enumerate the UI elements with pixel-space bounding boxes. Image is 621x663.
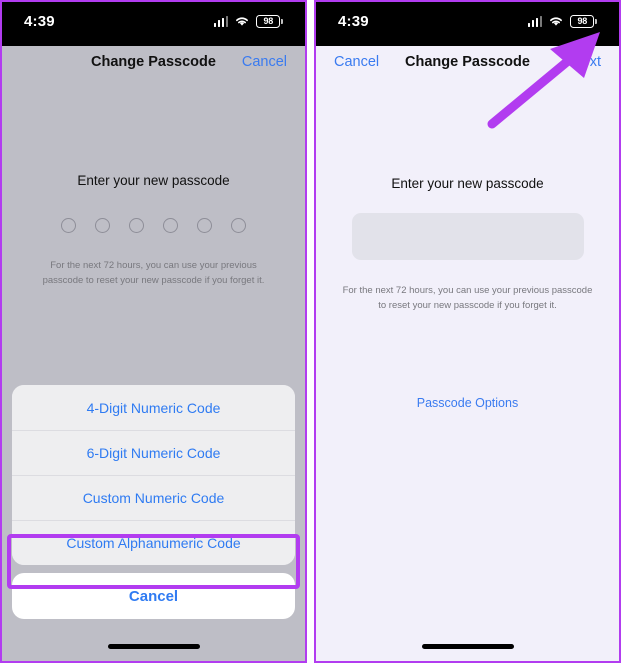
status-bar-right: 4:39 98 [316, 2, 619, 46]
passcode-dot [129, 218, 144, 233]
battery-icon: 98 [256, 14, 283, 28]
battery-percent-label: 98 [577, 15, 587, 26]
sheet-option-custom-numeric-code[interactable]: Custom Numeric Code [12, 475, 295, 520]
passcode-dots[interactable] [6, 218, 301, 233]
action-sheet: 4-Digit Numeric Code 6-Digit Numeric Cod… [12, 385, 295, 619]
passcode-options-link[interactable]: Passcode Options [417, 396, 518, 410]
next-button[interactable]: Next [571, 54, 601, 70]
passcode-dot [61, 218, 76, 233]
passcode-dot [95, 218, 110, 233]
passcode-hint-left: For the next 72 hours, you can use your … [42, 260, 265, 286]
passcode-input[interactable] [351, 213, 584, 260]
navbar-left: Change Passcode Cancel [6, 44, 301, 80]
action-sheet-options-group: 4-Digit Numeric Code 6-Digit Numeric Cod… [12, 385, 295, 565]
prompt-label-right: Enter your new passcode [391, 176, 544, 191]
cancel-button-right[interactable]: Cancel [334, 54, 379, 70]
status-icons: 98 [213, 14, 283, 28]
sheet-option-6-digit-numeric-code[interactable]: 6-Digit Numeric Code [12, 430, 295, 475]
navbar-right: Cancel Change Passcode Next [320, 44, 615, 80]
sheet-option-4-digit-numeric-code[interactable]: 4-Digit Numeric Code [12, 385, 295, 430]
prompt-label-left: Enter your new passcode [77, 173, 230, 188]
passcode-dot [163, 218, 178, 233]
home-indicator-left [107, 644, 200, 649]
status-time: 4:39 [338, 12, 369, 30]
sheet-cancel-button[interactable]: Cancel [12, 573, 295, 619]
screenshot-root: 4:39 98 Change Passcode Cancel Enter you… [0, 0, 621, 663]
sheet-option-custom-alphanumeric-code[interactable]: Custom Alphanumeric Code [12, 520, 295, 565]
battery-icon: 98 [570, 14, 597, 28]
phone-screenshot-left: 4:39 98 Change Passcode Cancel Enter you… [0, 0, 307, 663]
status-bar-left: 4:39 98 [2, 2, 305, 46]
wifi-icon [550, 17, 563, 26]
passcode-dot [231, 218, 246, 233]
battery-percent-label: 98 [263, 15, 273, 26]
cancel-button-left[interactable]: Cancel [242, 54, 287, 70]
phone-screenshot-right: 4:39 98 Cancel Change Passcode Next Ente… [314, 0, 621, 663]
home-indicator-right [421, 644, 514, 649]
cellular-signal-icon [213, 15, 229, 27]
status-icons: 98 [527, 14, 597, 28]
passcode-dot [197, 218, 212, 233]
wifi-icon [236, 17, 249, 26]
passcode-hint-right: For the next 72 hours, you can use your … [342, 285, 593, 311]
status-time: 4:39 [24, 12, 55, 30]
modal-card-right: Cancel Change Passcode Next Enter your n… [320, 44, 615, 661]
cellular-signal-icon [527, 15, 543, 27]
modal-card-left: Change Passcode Cancel Enter your new pa… [6, 44, 301, 661]
